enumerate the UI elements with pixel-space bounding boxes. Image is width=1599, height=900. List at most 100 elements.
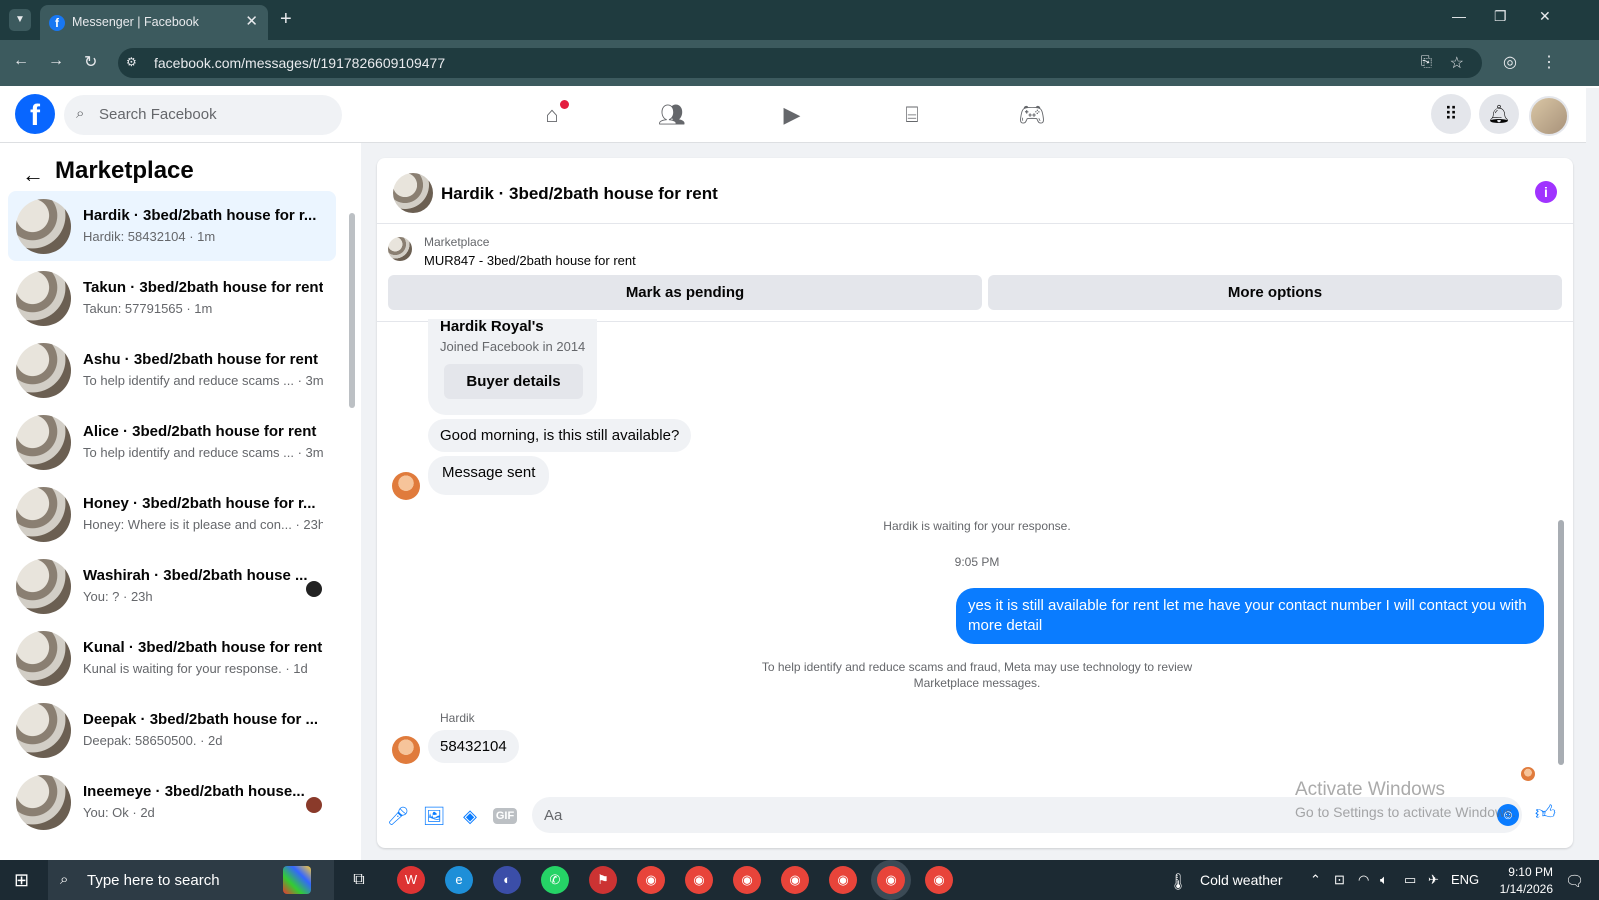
conversation-item[interactable]: Washirah · 3bed/2bath house ... You: ? ·… (8, 551, 336, 621)
conversation-avatar (16, 775, 71, 830)
chat-avatar[interactable] (393, 173, 433, 213)
conversation-list-scrollbar[interactable] (349, 213, 355, 408)
cube-app-icon[interactable] (283, 866, 311, 894)
chat-scrollbar[interactable] (1558, 520, 1564, 765)
language-indicator[interactable]: ENG (1451, 872, 1479, 887)
whatsapp-icon[interactable]: ✆ (541, 866, 569, 894)
seen-indicator-avatar (1521, 767, 1535, 781)
battery-icon[interactable]: ▭ (1404, 872, 1416, 888)
restore-button[interactable]: ❐ (1494, 8, 1507, 25)
wps-office-icon[interactable]: W (397, 866, 425, 894)
site-settings-icon[interactable]: ⚙ (126, 55, 137, 69)
buyer-joined: Joined Facebook in 2014 (440, 339, 586, 354)
back-button[interactable]: ← (13, 52, 29, 70)
wifi-icon[interactable]: ◠ (1358, 872, 1369, 888)
info-icon[interactable]: i (1535, 181, 1557, 203)
conversation-name: Kunal · 3bed/2bath house for rent (83, 639, 323, 656)
close-window-button[interactable]: ✕ (1539, 8, 1551, 25)
conversation-item[interactable]: Deepak · 3bed/2bath house for ... Deepak… (8, 695, 336, 765)
task-view-icon[interactable]: ⧉ (345, 866, 373, 894)
conversation-name: Washirah · 3bed/2bath house ... (83, 567, 308, 584)
browser-tab[interactable]: f Messenger | Facebook ✕ (40, 5, 268, 40)
conversation-item[interactable]: Takun · 3bed/2bath house for rent Takun:… (8, 263, 336, 333)
gaming-icon[interactable]: 🎮︎ (1017, 100, 1047, 130)
conversation-preview: To help identify and reduce scams ... · … (83, 373, 323, 388)
chevron-up-icon[interactable]: ⌃ (1310, 872, 1321, 888)
image-icon[interactable]: 🖼︎ (422, 806, 446, 827)
network-icon[interactable]: ⊡ (1334, 872, 1345, 888)
message-bubble: Message sent (428, 456, 550, 495)
airplane-mode-icon[interactable]: ✈ (1428, 872, 1439, 888)
friends-icon[interactable]: 👥︎ (657, 100, 687, 130)
chrome-icon[interactable]: ◉ (781, 866, 809, 894)
vpn-icon[interactable]: ⚑ (589, 866, 617, 894)
facebook-logo-icon[interactable]: f (15, 94, 55, 134)
search-input[interactable]: ⌕ Search Facebook (64, 95, 342, 135)
address-bar[interactable]: ⚙ facebook.com/messages/t/19178266091094… (118, 48, 1482, 78)
chrome-icon[interactable]: ◉ (925, 866, 953, 894)
conversation-item[interactable]: Hardik · 3bed/2bath house for r... Hardi… (8, 191, 336, 261)
menu-grid-icon[interactable]: ⠿ (1431, 94, 1471, 134)
back-arrow-icon[interactable]: ← (22, 162, 44, 188)
notification-center-icon[interactable]: 🗨︎ (1565, 872, 1584, 890)
seen-avatar (306, 797, 322, 813)
weather-text[interactable]: Cold weather (1200, 872, 1283, 888)
like-icon[interactable]: 👍︎ (1535, 801, 1556, 825)
conversation-avatar (16, 415, 71, 470)
conversation-name: Ineemeye · 3bed/2bath house... (83, 783, 305, 800)
conversation-item[interactable]: Honey · 3bed/2bath house for r... Honey:… (8, 479, 336, 549)
chrome-icon-active[interactable]: ◉ (877, 866, 905, 894)
listing-title[interactable]: MUR847 - 3bed/2bath house for rent (424, 253, 636, 268)
mark-pending-button[interactable]: Mark as pending (388, 275, 982, 310)
conversation-name: Ashu · 3bed/2bath house for rent (83, 351, 319, 368)
chrome-icon[interactable]: ◉ (733, 866, 761, 894)
more-options-button[interactable]: More options (988, 275, 1562, 310)
conversation-item[interactable]: Ineemeye · 3bed/2bath house... You: Ok ·… (8, 767, 336, 837)
conversation-name: Deepak · 3bed/2bath house for ... (83, 711, 319, 728)
notifications-bell-icon[interactable]: 🔔︎ (1479, 94, 1519, 134)
conversation-name: Hardik · 3bed/2bath house for r... (83, 207, 317, 224)
scam-notice-line2: Marketplace messages. (913, 676, 1041, 690)
chrome-icon[interactable]: ◉ (637, 866, 665, 894)
chrome-icon[interactable]: ◉ (829, 866, 857, 894)
conversation-item[interactable]: Alice · 3bed/2bath house for rent To hel… (8, 407, 336, 477)
reload-button[interactable]: ↻ (84, 52, 97, 72)
conversation-item[interactable]: Kunal · 3bed/2bath house for rent Kunal … (8, 623, 336, 693)
conversation-preview: Kunal is waiting for your response. · 1d (83, 661, 308, 676)
weather-icon[interactable]: 🌡︎ (1168, 872, 1188, 892)
marketplace-icon[interactable]: ⌸ (897, 100, 927, 130)
activate-windows-title: Activate Windows (1295, 779, 1445, 800)
tab-title: Messenger | Facebook (72, 15, 199, 29)
conversation-preview: Takun: 57791565 · 1m (83, 301, 213, 316)
forward-button[interactable]: → (48, 52, 64, 70)
sticker-icon[interactable]: ◈ (458, 806, 482, 827)
install-app-icon[interactable]: ⎘ (1421, 53, 1432, 70)
conversation-preview: Deepak: 58650500. · 2d (83, 733, 223, 748)
profile-icon[interactable]: ◎ (1503, 52, 1517, 72)
chat-title[interactable]: Hardik · 3bed/2bath house for rent (441, 184, 718, 204)
new-tab-button[interactable]: + (280, 8, 292, 31)
volume-icon[interactable]: 🔈︎ (1380, 872, 1388, 888)
clock-time[interactable]: 9:10 PM (1493, 865, 1553, 879)
video-icon[interactable]: ▶ (777, 100, 807, 130)
close-tab-icon[interactable]: ✕ (245, 12, 258, 30)
bookmark-star-icon[interactable]: ☆ (1450, 53, 1464, 73)
clock-date[interactable]: 1/14/2026 (1485, 882, 1553, 896)
page-scrollbar[interactable] (1586, 88, 1599, 860)
windows-start-icon[interactable]: ⊞ (14, 870, 29, 891)
conversation-name: Honey · 3bed/2bath house for r... (83, 495, 316, 512)
sender-name: Hardik (440, 711, 475, 725)
tab-search-button[interactable]: ▼ (9, 9, 31, 31)
app-icon[interactable]: ◐ (493, 866, 521, 894)
chrome-icon[interactable]: ◉ (685, 866, 713, 894)
buyer-details-button[interactable]: Buyer details (444, 364, 583, 399)
browser-menu-icon[interactable]: ⋮ (1541, 52, 1557, 72)
gif-icon[interactable]: GIF (493, 808, 517, 824)
minimize-button[interactable]: — (1452, 8, 1466, 24)
conversation-item[interactable]: Ashu · 3bed/2bath house for rent To help… (8, 335, 336, 405)
message-bubble: 58432104 (428, 730, 519, 763)
edge-icon[interactable]: e (445, 866, 473, 894)
timestamp: 9:05 PM (954, 555, 1000, 569)
microphone-icon[interactable]: 🎤︎ (386, 806, 410, 827)
account-avatar[interactable] (1529, 96, 1569, 136)
